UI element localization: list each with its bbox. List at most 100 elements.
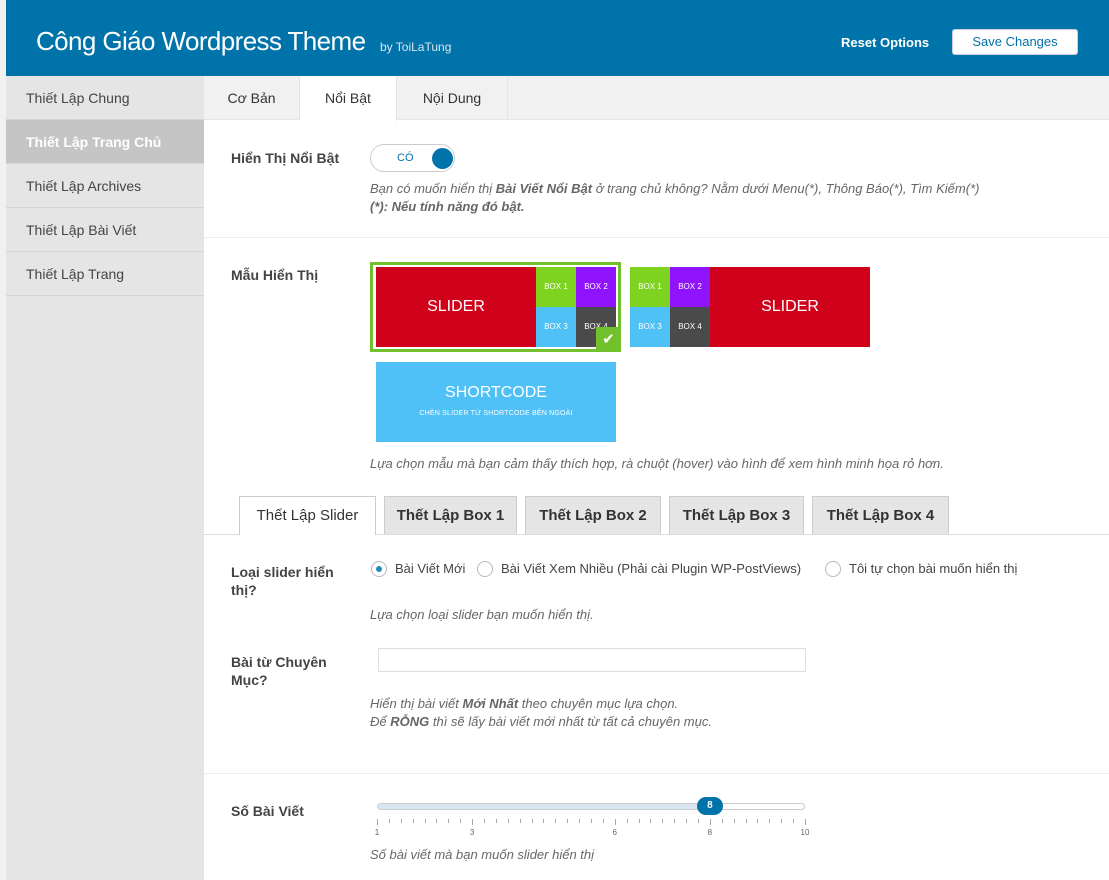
divider bbox=[204, 773, 1109, 774]
category-desc-bold-2: RỖNG bbox=[390, 714, 430, 729]
slider-tick bbox=[721, 819, 723, 823]
category-label: Bài từ Chuyên Mục? bbox=[231, 653, 327, 689]
layout-box-2: BOX 2 bbox=[670, 267, 710, 307]
slider-tick bbox=[388, 819, 390, 823]
featured-desc-text-2: ở trang chủ không? Nằm dưới Menu(*), Thô… bbox=[592, 181, 980, 196]
slider-tick-label: 10 bbox=[800, 828, 810, 837]
sidebar-item-archives[interactable]: Thiết Lập Archives bbox=[6, 164, 204, 208]
sidebar-item-posts[interactable]: Thiết Lập Bài Viết bbox=[6, 208, 204, 252]
slider-major-tick bbox=[614, 819, 616, 825]
subtab-box-2[interactable]: Thết Lập Box 2 bbox=[525, 496, 661, 534]
category-desc-text: Hiển thị bài viết bbox=[370, 696, 463, 711]
category-desc-text-2: theo chuyên mục lựa chọn. bbox=[518, 696, 679, 711]
slider-tick bbox=[626, 819, 628, 823]
subtab-slider[interactable]: Thết Lập Slider bbox=[239, 496, 376, 535]
checkmark-icon: ✔ bbox=[596, 327, 621, 352]
slider-tick bbox=[686, 819, 688, 823]
slider-tick bbox=[698, 819, 699, 823]
post-count-label: Số Bài Viết bbox=[231, 803, 304, 819]
radio-button[interactable] bbox=[371, 561, 387, 577]
layout-option-slider-right[interactable]: BOX 1 BOX 2 BOX 3 BOX 4 SLIDER bbox=[630, 267, 870, 347]
category-desc-text-3: Để bbox=[370, 714, 391, 729]
slider-tick bbox=[793, 819, 795, 823]
slider-tick bbox=[531, 819, 533, 823]
slider-tick-label: 1 bbox=[374, 828, 380, 837]
slider-tick bbox=[650, 819, 652, 823]
layout-box-4: BOX 4 bbox=[670, 307, 710, 347]
toggle-text: CÓ bbox=[397, 152, 414, 164]
subtab-box-3[interactable]: Thết Lập Box 3 bbox=[669, 496, 804, 534]
slider-tick bbox=[591, 819, 592, 823]
sidebar-item-homepage[interactable]: Thiết Lập Trang Chủ bbox=[6, 120, 204, 164]
slider-tick bbox=[412, 819, 414, 823]
slider-tick bbox=[674, 819, 676, 823]
divider bbox=[204, 237, 1109, 238]
layout-slider-block: SLIDER bbox=[710, 267, 870, 347]
layout-box-1: BOX 1 bbox=[630, 267, 670, 307]
slider-major-tick bbox=[805, 819, 806, 825]
sidebar-item-general[interactable]: Thiết Lập Chung bbox=[6, 76, 204, 120]
slider-tick bbox=[436, 819, 438, 823]
post-count-slider-fill bbox=[378, 804, 711, 809]
subtab-box-1[interactable]: Thết Lập Box 1 bbox=[384, 496, 517, 534]
category-desc-text-4: thì sẽ lấy bài viết mới nhất từ tất cả c… bbox=[429, 714, 712, 729]
slider-tick bbox=[460, 819, 462, 823]
radio-label: Bài Viết Xem Nhiều (Phải cài Plugin WP-P… bbox=[501, 561, 802, 576]
slider-tick-label: 3 bbox=[469, 828, 475, 837]
slider-major-tick bbox=[472, 819, 474, 825]
main-content: Cơ Bản Nổi Bật Nội Dung Hiển Thị Nổi Bật… bbox=[204, 76, 1109, 880]
options-panel: Công Giáo Wordpress Theme by ToiLaTung R… bbox=[6, 0, 1109, 880]
slider-tick bbox=[602, 819, 604, 823]
slider-tick bbox=[448, 819, 450, 823]
reset-options-link[interactable]: Reset Options bbox=[841, 35, 929, 50]
category-label-line-1: Bài từ Chuyên bbox=[231, 654, 327, 670]
tab-featured[interactable]: Nổi Bật bbox=[300, 76, 397, 121]
sidebar-item-pages[interactable]: Thiết Lập Trang bbox=[6, 252, 204, 296]
slider-major-tick bbox=[709, 819, 711, 825]
slider-tick bbox=[638, 819, 640, 823]
toggle-knob bbox=[432, 148, 453, 169]
category-input[interactable] bbox=[378, 648, 806, 672]
slider-tick bbox=[424, 819, 426, 823]
tab-content[interactable]: Nội Dung bbox=[397, 76, 508, 120]
post-count-slider-track[interactable] bbox=[377, 803, 805, 810]
slider-tick bbox=[507, 819, 509, 823]
radio-label: Bài Viết Mới bbox=[395, 561, 466, 576]
slider-tick bbox=[662, 819, 664, 823]
layout-label: Mẫu Hiển Thị bbox=[231, 267, 319, 283]
slider-tick bbox=[400, 819, 402, 823]
layout-description: Lựa chọn mẫu mà bạn cảm thấy thích hợp, … bbox=[370, 456, 944, 471]
slider-tick bbox=[555, 819, 557, 823]
tab-bar: Cơ Bản Nổi Bật Nội Dung bbox=[204, 76, 1109, 121]
category-description: Hiển thị bài viết Mới Nhất theo chuyên m… bbox=[370, 695, 1070, 731]
slider-tick bbox=[484, 819, 485, 823]
category-desc-bold: Mới Nhất bbox=[462, 696, 519, 711]
featured-toggle[interactable]: CÓ bbox=[370, 144, 455, 172]
tab-basic[interactable]: Cơ Bản bbox=[204, 76, 300, 120]
layout-box-3: BOX 3 bbox=[630, 307, 670, 347]
slider-tick bbox=[781, 819, 783, 823]
radio-button[interactable] bbox=[825, 561, 841, 577]
radio-button[interactable] bbox=[477, 561, 493, 577]
featured-desc-text: Bạn có muốn hiển thị bbox=[370, 181, 496, 196]
featured-desc-bold: Bài Viết Nổi Bật bbox=[495, 181, 593, 196]
layout-option-shortcode[interactable]: SHORTCODE CHÈN SLIDER TỪ SHORTCODE BÊN N… bbox=[376, 362, 616, 442]
slider-tick bbox=[757, 819, 759, 823]
slider-type-description: Lựa chọn loại slider bạn muốn hiển thị. bbox=[370, 607, 594, 622]
save-changes-button[interactable]: Save Changes bbox=[952, 29, 1078, 55]
slider-tick bbox=[543, 819, 545, 823]
featured-desc-note: (*): Nếu tính năng đó bật. bbox=[370, 199, 525, 214]
theme-author: by ToiLaTung bbox=[380, 40, 452, 54]
slider-tick bbox=[567, 819, 569, 823]
slider-tick-label: 6 bbox=[612, 828, 617, 837]
slider-tick bbox=[495, 819, 497, 823]
slider-tick-label: 8 bbox=[707, 828, 713, 837]
sidebar: Thiết Lập Chung Thiết Lập Trang Chủ Thiế… bbox=[6, 76, 204, 880]
slider-type-label-line-1: Loại slider hiển bbox=[231, 564, 334, 580]
post-count-slider-handle[interactable]: 8 bbox=[696, 797, 723, 815]
subtab-box-4[interactable]: Thết Lập Box 4 bbox=[812, 496, 949, 534]
slider-tick bbox=[733, 819, 735, 823]
theme-title: Công Giáo Wordpress Theme bbox=[36, 26, 366, 56]
slider-type-label-line-2: thị? bbox=[231, 582, 257, 598]
slider-tick bbox=[519, 819, 521, 823]
